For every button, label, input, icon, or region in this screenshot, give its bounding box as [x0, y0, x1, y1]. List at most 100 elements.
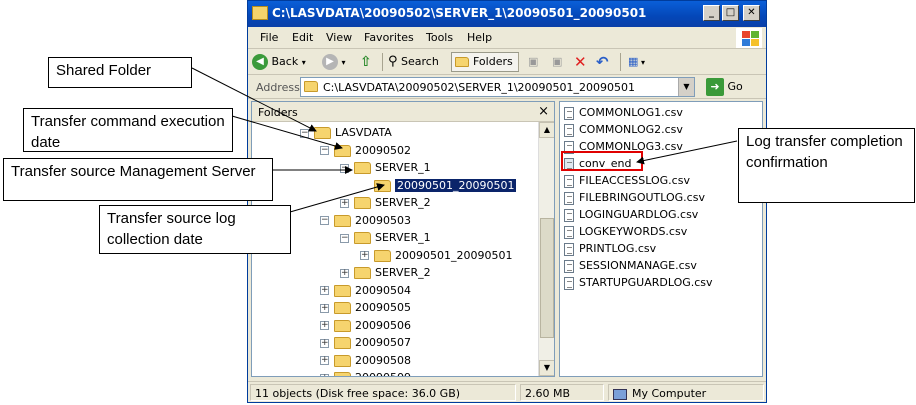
collapse-icon[interactable]: − — [300, 128, 309, 138]
expand-icon[interactable]: + — [320, 321, 329, 330]
up-folder-icon[interactable]: ⇧ — [360, 52, 372, 72]
file-item[interactable]: LOGKEYWORDS.csv — [564, 223, 687, 240]
tree-item-label: 20090503 — [355, 213, 411, 227]
file-item[interactable]: COMMONLOG2.csv — [564, 121, 683, 138]
scroll-down-icon[interactable]: ▼ — [539, 360, 554, 376]
address-field[interactable]: C:\LASVDATA\20090502\SERVER_1\20090501_2… — [300, 77, 695, 97]
forward-button[interactable]: ▶ ▾ — [322, 52, 346, 72]
expand-icon[interactable]: + — [360, 251, 369, 260]
tree-item[interactable]: − SERVER_1 — [340, 229, 431, 247]
scrollbar-thumb[interactable] — [540, 218, 554, 338]
search-button[interactable]: ⚲ Search — [388, 52, 439, 72]
collapse-icon[interactable]: − — [340, 233, 349, 243]
file-item[interactable]: COMMONLOG1.csv — [564, 104, 683, 121]
scroll-up-icon[interactable]: ▲ — [539, 122, 554, 138]
close-button[interactable]: ✕ — [743, 5, 760, 21]
title-bar[interactable]: C:\LASVDATA\20090502\SERVER_1\20090501_2… — [248, 1, 766, 27]
expand-icon[interactable]: + — [320, 338, 329, 348]
forward-arrow-icon: ▶ — [322, 54, 338, 70]
file-name: LOGINGUARDLOG.csv — [579, 208, 699, 221]
folder-icon — [354, 232, 371, 244]
file-item[interactable]: FILEACCESSLOG.csv — [564, 172, 690, 189]
file-icon — [564, 174, 574, 188]
file-name: FILEBRINGOUTLOG.csv — [579, 191, 705, 204]
menu-tools[interactable]: Tools — [426, 31, 453, 44]
undo-icon[interactable]: ↶ — [596, 52, 609, 72]
window-title: C:\LASVDATA\20090502\SERVER_1\20090501_2… — [272, 6, 647, 20]
folder-icon — [374, 179, 391, 192]
menu-view[interactable]: View — [326, 31, 352, 44]
file-name: COMMONLOG2.csv — [579, 123, 683, 136]
status-location-label: My Computer — [632, 387, 707, 400]
folder-icon — [334, 337, 351, 349]
folder-icon — [252, 6, 268, 20]
views-icon[interactable]: ▦ ▾ — [628, 52, 645, 72]
expand-icon[interactable]: + — [320, 356, 329, 365]
tree-scrollbar[interactable]: ▲ ▼ — [538, 122, 554, 376]
tree-item[interactable]: + SERVER_2 — [340, 264, 431, 282]
tree-item[interactable]: +20090505 — [320, 299, 411, 317]
close-icon[interactable]: × — [538, 104, 549, 119]
menu-edit[interactable]: Edit — [292, 31, 313, 44]
folder-icon — [334, 144, 351, 157]
collapse-icon[interactable]: − — [320, 146, 329, 155]
file-item[interactable]: STARTUPGUARDLOG.csv — [564, 274, 713, 291]
minimize-button[interactable]: _ — [703, 5, 720, 21]
menu-file[interactable]: File — [260, 31, 278, 44]
tree-item[interactable]: + SERVER_2 — [340, 194, 431, 212]
toolbar-separator — [620, 53, 621, 71]
tree-item-label: SERVER_2 — [375, 196, 431, 209]
tree-item[interactable]: − SERVER_1 — [340, 159, 431, 177]
copy-to-icon[interactable]: ▣ — [552, 52, 562, 72]
expand-icon[interactable]: + — [320, 303, 329, 313]
folders-button[interactable]: Folders — [451, 52, 519, 72]
file-icon — [564, 106, 574, 120]
delete-icon[interactable]: ✕ — [574, 52, 587, 72]
tree-item[interactable]: − 20090503 — [320, 212, 411, 230]
move-to-icon[interactable]: ▣ — [528, 52, 538, 72]
search-icon: ⚲ — [388, 54, 398, 69]
file-item[interactable]: FILEBRINGOUTLOG.csv — [564, 189, 705, 206]
folder-icon — [354, 267, 371, 279]
tree-item[interactable]: +20090506 — [320, 317, 411, 335]
tree-item-label: 20090506 — [355, 318, 411, 332]
collapse-icon[interactable]: − — [340, 163, 349, 173]
address-value: C:\LASVDATA\20090502\SERVER_1\20090501_2… — [323, 81, 636, 94]
address-dropdown-icon[interactable]: ▼ — [678, 78, 694, 96]
expand-icon[interactable]: + — [320, 373, 329, 376]
file-item[interactable]: LOGINGUARDLOG.csv — [564, 206, 698, 223]
tree-item[interactable]: − 20090502 — [320, 142, 411, 160]
file-item[interactable]: SESSIONMANAGE.csv — [564, 257, 697, 274]
tree-item[interactable]: +20090504 — [320, 282, 411, 300]
file-icon — [564, 225, 574, 239]
folder-icon — [354, 197, 371, 209]
menu-favorites[interactable]: Favorites — [364, 31, 414, 44]
callout-exec-date: Transfer command execution date — [23, 108, 233, 152]
expand-icon[interactable]: + — [340, 268, 349, 278]
file-icon — [564, 276, 574, 290]
folder-icon — [304, 81, 318, 92]
callout-completion: Log transfer completion confirmation — [738, 128, 915, 203]
file-item[interactable]: PRINTLOG.csv — [564, 240, 656, 257]
back-button[interactable]: ◀ Back ▾ — [252, 52, 306, 72]
go-button[interactable]: ➜ Go — [706, 77, 743, 97]
conv-end-highlight — [561, 151, 643, 171]
tree-item[interactable]: +20090509 — [320, 369, 411, 376]
file-name: COMMONLOG1.csv — [579, 106, 683, 119]
status-location: My Computer — [608, 384, 764, 401]
expand-icon[interactable]: + — [320, 286, 329, 295]
maximize-button[interactable]: □ — [722, 5, 739, 21]
tree-item[interactable]: − LASVDATA — [300, 124, 392, 142]
tree-item-label: 20090501_20090501 — [393, 177, 518, 193]
tree-item[interactable]: +20090507 — [320, 334, 411, 352]
menu-help[interactable]: Help — [467, 31, 492, 44]
file-name: FILEACCESSLOG.csv — [579, 174, 690, 187]
toolbar-separator — [518, 53, 519, 71]
tree-item[interactable]: +20090508 — [320, 352, 411, 370]
back-arrow-icon: ◀ — [252, 54, 268, 70]
tree-item[interactable]: 20090501_20090501 — [360, 177, 518, 195]
collapse-icon[interactable]: − — [320, 216, 329, 225]
expand-icon[interactable]: + — [340, 198, 349, 208]
folder-icon — [334, 372, 351, 376]
tree-item[interactable]: +20090501_20090501 — [360, 247, 512, 265]
